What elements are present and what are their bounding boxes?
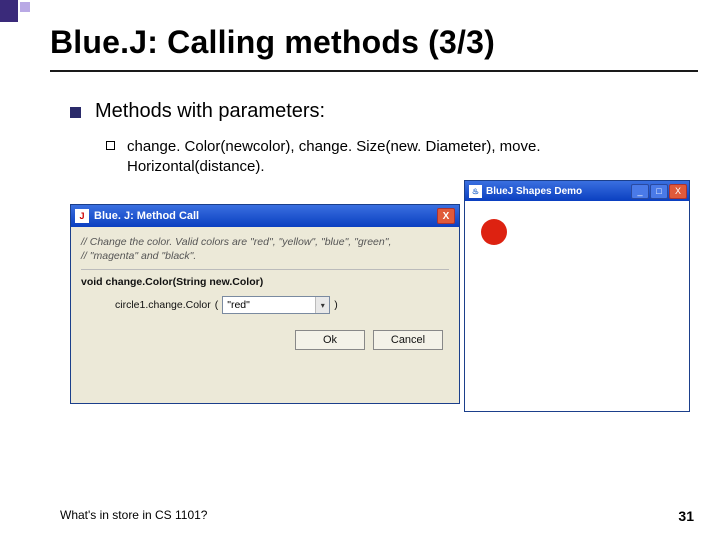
footer-text: What's in store in CS 1101?	[60, 508, 207, 522]
bullet1-text: Methods with parameters:	[95, 100, 325, 123]
method-signature: void change.Color(String new.Color)	[81, 276, 449, 288]
java-icon: ♨	[469, 185, 482, 198]
dialog-titlebar[interactable]: J Blue. J: Method Call X	[71, 205, 459, 227]
close-button[interactable]: X	[669, 184, 687, 199]
shapes-title: BlueJ Shapes Demo	[486, 186, 631, 197]
slide-title: Blue.J: Calling methods (3/3)	[50, 24, 495, 61]
bullet-level-1: Methods with parameters:	[70, 100, 690, 123]
page-number: 31	[678, 508, 694, 524]
maximize-button[interactable]: □	[650, 184, 668, 199]
ok-button[interactable]: Ok	[295, 330, 365, 350]
shapes-canvas	[465, 201, 689, 411]
figure-area: J Blue. J: Method Call X // Change the c…	[70, 192, 690, 452]
chevron-down-icon[interactable]: ▾	[315, 297, 329, 313]
slide-content: Methods with parameters: change. Color(n…	[70, 100, 690, 176]
close-paren: )	[334, 299, 338, 311]
bullet-marker-filled	[70, 107, 81, 118]
open-paren: (	[215, 299, 219, 311]
dialog-button-row: Ok Cancel	[81, 330, 449, 350]
call-prefix: circle1.change.Color	[115, 299, 211, 311]
param-input[interactable]	[223, 299, 315, 311]
dialog-body: // Change the color. Valid colors are "r…	[71, 227, 459, 356]
bullet2-text: change. Color(newcolor), change. Size(ne…	[127, 137, 666, 176]
comment-line-1: // Change the color. Valid colors are "r…	[81, 235, 449, 249]
bluej-icon: J	[75, 209, 89, 223]
red-circle-shape	[481, 219, 507, 245]
shapes-titlebar[interactable]: ♨ BlueJ Shapes Demo _ □ X	[465, 181, 689, 201]
minimize-button[interactable]: _	[631, 184, 649, 199]
call-expression-row: circle1.change.Color ( ▾ )	[81, 296, 449, 314]
param-combobox[interactable]: ▾	[222, 296, 330, 314]
bullet-level-2: change. Color(newcolor), change. Size(ne…	[106, 137, 666, 176]
bullet-marker-hollow	[106, 141, 115, 150]
dialog-comment: // Change the color. Valid colors are "r…	[81, 235, 449, 270]
slide-accent	[0, 0, 40, 24]
comment-line-2: // "magenta" and "black".	[81, 249, 449, 263]
cancel-button[interactable]: Cancel	[373, 330, 443, 350]
window-buttons: _ □ X	[631, 184, 687, 199]
dialog-close-button[interactable]: X	[437, 208, 455, 224]
method-call-dialog: J Blue. J: Method Call X // Change the c…	[70, 204, 460, 404]
title-rule	[50, 70, 698, 72]
shapes-demo-window: ♨ BlueJ Shapes Demo _ □ X	[464, 180, 690, 412]
dialog-title: Blue. J: Method Call	[94, 210, 437, 222]
